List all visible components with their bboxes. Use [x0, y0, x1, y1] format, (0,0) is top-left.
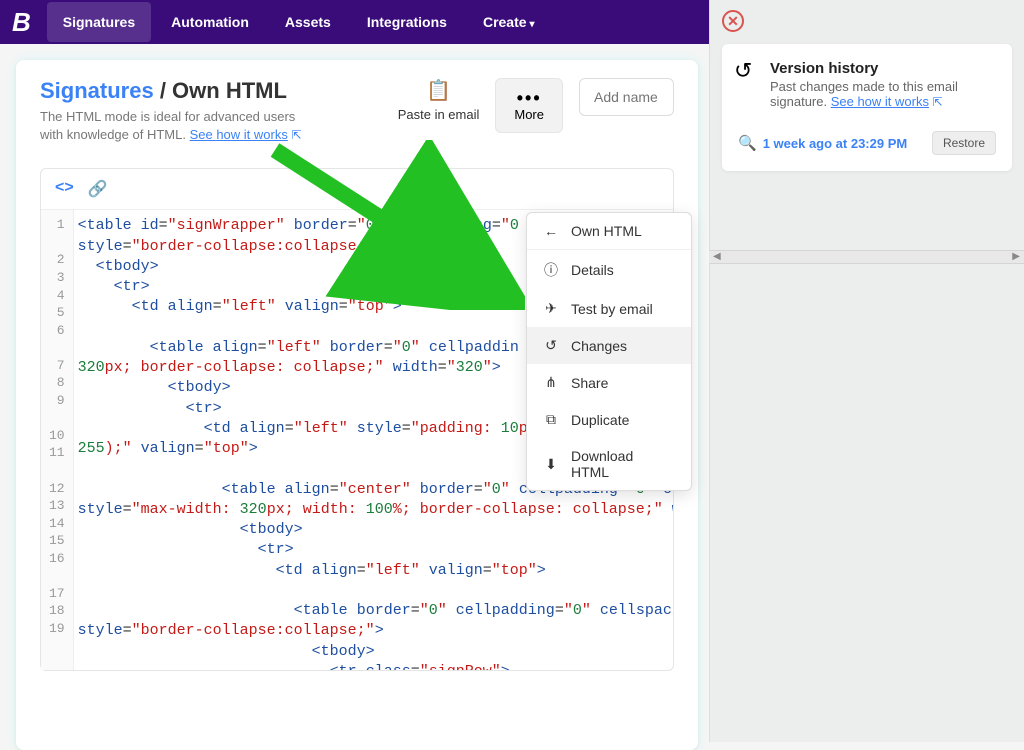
paste-action[interactable]: 📋 Paste in email	[398, 78, 480, 122]
version-timestamp[interactable]: 1 week ago at 23:29 PM	[763, 136, 908, 151]
brand-logo: B	[12, 7, 31, 38]
more-button[interactable]: ••• More	[495, 78, 563, 133]
version-history-panel: ✕ ↺ Version history Past changes made to…	[709, 0, 1024, 742]
nav-integrations[interactable]: Integrations	[351, 2, 463, 42]
scroll-right-icon: ▶	[1012, 251, 1020, 263]
restore-button[interactable]: Restore	[932, 131, 996, 155]
line-gutter: 1 23456 789 1011 1213141516 171819	[41, 210, 74, 670]
clipboard-icon: 📋	[398, 78, 480, 103]
code-tab-icon[interactable]: <>	[55, 179, 74, 199]
editor-toolbar: <> 🔗	[41, 169, 673, 210]
editor-card: Signatures / Own HTML The HTML mode is i…	[16, 60, 698, 750]
menu-changes[interactable]: ↺Changes	[527, 327, 691, 364]
menu-icon: ←	[543, 223, 559, 239]
panel-scrollbar[interactable]: ◀ ▶	[709, 250, 1024, 264]
menu-icon: ⋔	[543, 374, 559, 391]
menu-download-html[interactable]: ⬇Download HTML	[527, 438, 691, 490]
close-panel-button[interactable]: ✕	[722, 10, 744, 32]
menu-icon: ⓘ	[543, 260, 559, 280]
scroll-left-icon: ◀	[713, 251, 721, 263]
signature-name-input[interactable]	[579, 78, 674, 116]
menu-icon: ⬇	[543, 456, 559, 473]
dots-icon: •••	[514, 89, 544, 107]
version-entry: 🔍 1 week ago at 23:29 PM Restore	[738, 131, 996, 155]
page-title: Own HTML	[172, 78, 287, 103]
page-subtitle: The HTML mode is ideal for advanced user…	[40, 108, 320, 144]
menu-icon: ✈	[543, 300, 559, 317]
nav-automation[interactable]: Automation	[155, 2, 265, 42]
external-link-icon: ⇱	[933, 95, 943, 109]
version-history-card: ↺ Version history Past changes made to t…	[722, 44, 1012, 171]
link-tab-icon[interactable]: 🔗	[88, 179, 108, 199]
menu-duplicate[interactable]: ⧉Duplicate	[527, 401, 691, 438]
vh-title: Version history	[770, 60, 996, 77]
external-link-icon: ⇱	[291, 128, 301, 142]
nav-signatures[interactable]: Signatures	[47, 2, 151, 42]
breadcrumb: Signatures / Own HTML	[40, 78, 320, 104]
vh-help-link[interactable]: See how it works	[831, 94, 929, 109]
nav-create[interactable]: Create▾	[467, 2, 551, 42]
menu-own-html[interactable]: ←Own HTML	[527, 213, 691, 249]
menu-icon: ↺	[543, 337, 559, 354]
menu-details[interactable]: ⓘDetails	[527, 249, 691, 290]
vh-description: Past changes made to this email signatur…	[770, 79, 996, 109]
menu-share[interactable]: ⋔Share	[527, 364, 691, 401]
history-icon: ↺	[734, 58, 752, 84]
more-dropdown: ←Own HTMLⓘDetails✈Test by email↺Changes⋔…	[526, 212, 692, 491]
zoom-icon: 🔍	[738, 134, 757, 152]
menu-test-by-email[interactable]: ✈Test by email	[527, 290, 691, 327]
nav-assets[interactable]: Assets	[269, 2, 347, 42]
menu-icon: ⧉	[543, 411, 559, 428]
see-how-link[interactable]: See how it works	[190, 127, 288, 142]
breadcrumb-root[interactable]: Signatures	[40, 78, 154, 103]
